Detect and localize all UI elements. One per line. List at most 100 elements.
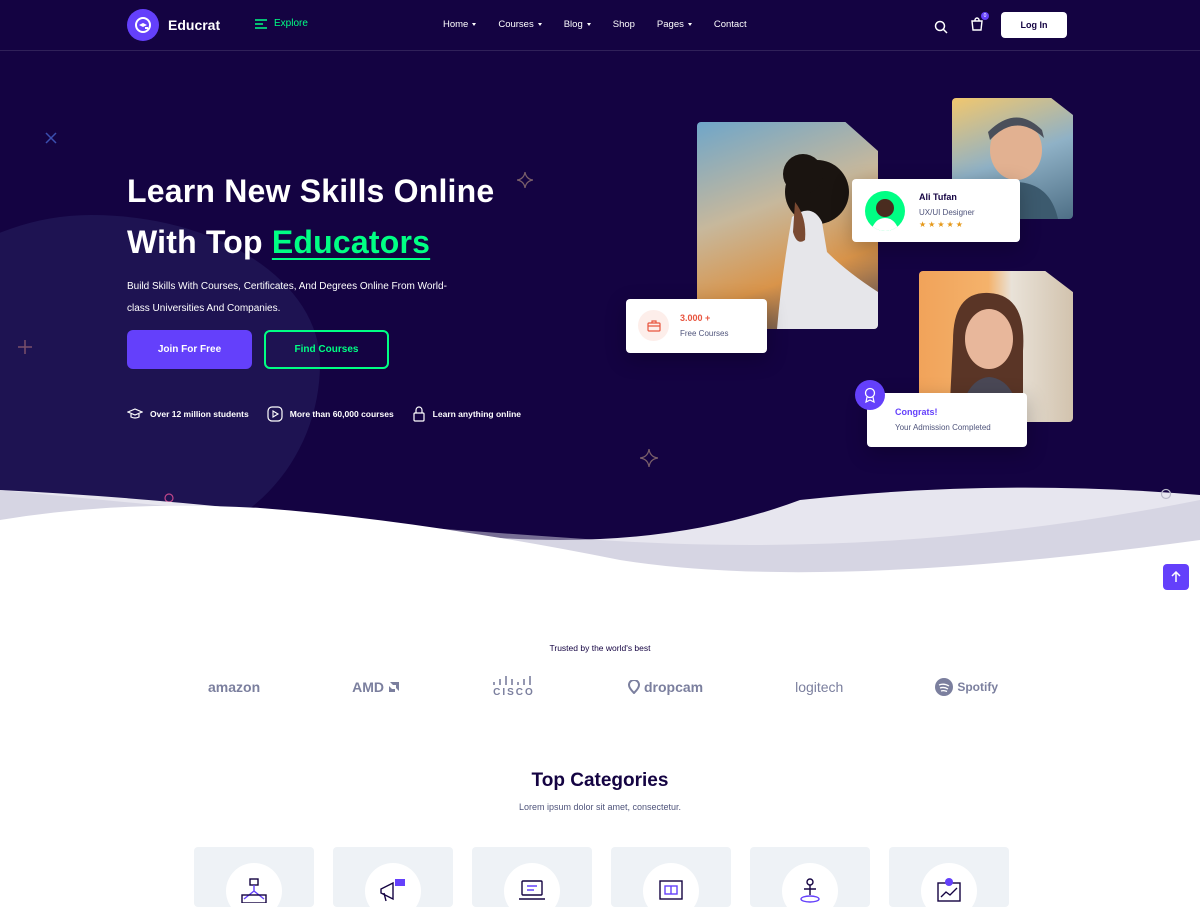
chevron-down-icon (472, 23, 477, 26)
menu-label: Home (443, 19, 469, 30)
hamburger-icon (255, 18, 267, 29)
category-card[interactable] (333, 847, 453, 919)
hero-title-prefix: With Top (127, 224, 272, 260)
hero-features: Over 12 million students More than 60,00… (127, 406, 521, 422)
category-card[interactable] (611, 847, 731, 919)
menu-item-shop[interactable]: Shop (613, 19, 635, 30)
brand-name: AMD (352, 679, 384, 695)
hero-title-line2: With Top Educators (127, 217, 494, 268)
megaphone-icon (380, 879, 405, 902)
sparkle-decoration-icon (640, 449, 658, 467)
section-subtitle: Lorem ipsum dolor sit amet, consectetur. (518, 802, 682, 812)
student-silhouette (777, 154, 878, 329)
graduation-cap-icon (127, 408, 143, 419)
hero-subtitle: Build Skills With Courses, Certificates,… (127, 281, 447, 314)
category-icon-circle (504, 863, 560, 919)
feature-label: Learn anything online (432, 409, 521, 419)
person-target-icon (800, 878, 820, 903)
brand-amd: AMD (352, 679, 400, 695)
blueprint-icon (659, 880, 683, 900)
scroll-to-top-button[interactable] (1163, 564, 1189, 590)
category-list (194, 847, 1009, 919)
nav-icons: 0 (934, 12, 989, 36)
brand-name: dropcam (643, 679, 704, 695)
menu-item-contact[interactable]: Contact (714, 19, 747, 30)
instructor-role: UX/UI Designer (919, 208, 975, 217)
hero-title: Learn New Skills Online With Top Educato… (127, 166, 494, 268)
category-card[interactable] (889, 847, 1009, 919)
trusted-label: Trusted by the world's best (549, 643, 651, 653)
category-icon-circle (643, 863, 699, 919)
courses-label: Free Courses (680, 329, 729, 338)
courses-count: 3.000 + (680, 313, 711, 323)
brand-name: CISCO (493, 687, 535, 698)
main-menu: Home Courses Blog Shop Pages Contact (443, 19, 747, 30)
play-circle-icon (267, 406, 283, 422)
find-courses-button[interactable]: Find Courses (264, 330, 389, 369)
cross-decoration-icon (45, 132, 57, 144)
wave-divider (0, 487, 1200, 600)
menu-item-blog[interactable]: Blog (564, 19, 591, 30)
instructor-name: Ali Tufan (919, 192, 957, 202)
chevron-down-icon (586, 23, 591, 26)
laptop-code-icon (519, 880, 545, 900)
hero-title-line1: Learn New Skills Online (127, 173, 495, 209)
menu-label: Contact (713, 19, 747, 30)
amd-arrow-icon (389, 682, 399, 692)
join-for-free-button[interactable]: Join For Free (127, 330, 252, 369)
category-card[interactable] (750, 847, 870, 919)
menu-label: Shop (612, 19, 635, 30)
logo[interactable]: Educrat (127, 9, 220, 41)
feature-label: More than 60,000 courses (289, 409, 394, 419)
feature-label: Over 12 million students (150, 409, 249, 419)
category-card[interactable] (472, 847, 592, 919)
sparkle-decoration-icon (517, 172, 533, 188)
explore-menu[interactable]: Explore (255, 18, 308, 29)
rating-stars-icon: ★★★★★ (919, 220, 965, 229)
logo-icon (127, 9, 159, 41)
explore-label: Explore (274, 18, 308, 29)
menu-item-courses[interactable]: Courses (498, 19, 542, 30)
circle-decoration-icon (1160, 488, 1172, 500)
menu-label: Courses (498, 19, 534, 30)
free-courses-card: 3.000 + Free Courses (626, 299, 767, 353)
finance-chart-icon (937, 878, 961, 902)
brand-name: amazon (208, 679, 261, 695)
brand-spotify: Spotify (935, 678, 998, 696)
arrow-up-icon (1171, 571, 1181, 582)
chevron-down-icon (537, 23, 542, 26)
search-icon[interactable] (934, 20, 948, 34)
category-icon-circle (782, 863, 838, 919)
hero-title-accent: Educators (271, 224, 431, 260)
category-icon-circle (226, 863, 282, 919)
brand-logitech: logitech (795, 679, 843, 695)
menu-item-pages[interactable]: Pages (657, 19, 692, 30)
brand-amazon: amazon (208, 679, 260, 695)
chevron-down-icon (687, 23, 692, 26)
spotify-icon (935, 678, 954, 696)
cart-button[interactable]: 0 (970, 12, 989, 36)
menu-item-home[interactable]: Home (443, 19, 477, 30)
brand-dropcam: dropcam (627, 679, 704, 695)
feature-item: More than 60,000 courses (267, 406, 394, 422)
category-icon-circle (921, 863, 977, 919)
section-title: Top Categories (531, 770, 669, 791)
award-icon (855, 380, 885, 410)
menu-label: Pages (656, 19, 684, 30)
category-card[interactable] (194, 847, 314, 919)
menu-label: Blog (563, 19, 583, 30)
login-button[interactable]: Log In (1001, 12, 1067, 38)
congrats-title: Congrats! (895, 407, 938, 417)
congrats-text: Your Admission Completed (895, 423, 991, 432)
brand-cisco: CISCO (492, 676, 536, 698)
feature-item: Over 12 million students (127, 406, 249, 422)
plus-decoration-icon (18, 340, 32, 354)
lock-icon (413, 406, 425, 422)
design-tool-icon (241, 878, 267, 903)
category-icon-circle (365, 863, 421, 919)
student-photo (697, 122, 878, 329)
brand-name: logitech (795, 679, 844, 695)
brand-name: Spotify (957, 680, 998, 694)
congrats-card: Congrats! Your Admission Completed (867, 393, 1027, 447)
logo-text: Educrat (168, 17, 221, 33)
